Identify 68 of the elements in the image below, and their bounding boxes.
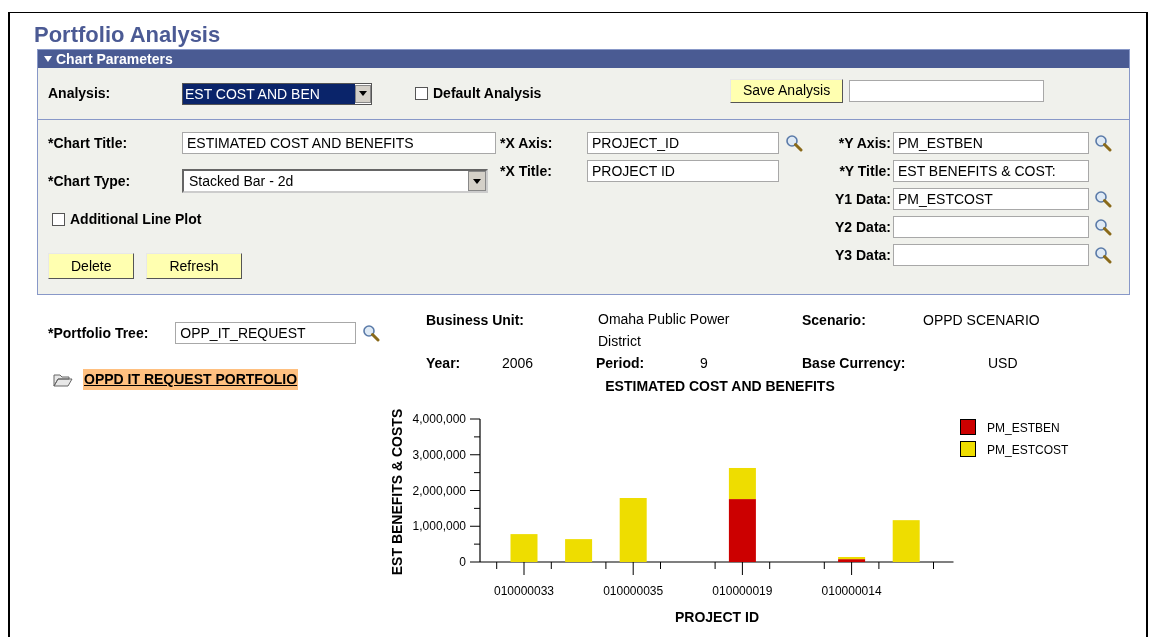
legend-label: PM_ESTBEN: [987, 421, 1060, 435]
search-icon[interactable]: [362, 324, 380, 342]
info-label: Year:: [426, 353, 462, 373]
panel-header[interactable]: Chart Parameters: [38, 50, 1129, 68]
y-tick-label: 3,000,000: [412, 447, 466, 462]
page-title: Portfolio Analysis: [34, 22, 221, 48]
panel-title: Chart Parameters: [56, 52, 173, 66]
y-tick-label: 2,000,000: [412, 483, 466, 498]
info-label: Base Currency:: [802, 353, 907, 373]
field-label: Y3 Data:: [833, 245, 892, 265]
y-tick-label: 1,000,000: [412, 519, 466, 534]
checkbox-label: Default Analysis: [433, 84, 542, 103]
y-tick-label: 4,000,000: [412, 412, 466, 426]
folder-icon: [53, 372, 73, 387]
legend-label: PM_ESTCOST: [987, 443, 1069, 457]
field-label: *Y Axis:: [837, 133, 892, 153]
action-button[interactable]: Delete: [48, 253, 135, 279]
x-tick-label: 010000014: [821, 584, 882, 598]
info-value: 9: [700, 353, 709, 373]
field-label: Y2 Data:: [833, 217, 892, 237]
y-axis-title: EST BENEFITS & COSTS: [389, 408, 405, 576]
x-tick-label: 010000019: [712, 584, 773, 598]
chart-title-field[interactable]: ESTIMATED COST AND BENEFITS: [182, 132, 496, 154]
field-label: *Y Title:: [838, 161, 892, 181]
search-icon[interactable]: [1094, 134, 1112, 152]
info-value: 2006: [502, 353, 535, 373]
x-field[interactable]: PROJECT_ID: [587, 132, 779, 154]
info-value: USD: [988, 353, 1018, 373]
chart-type-dropdown[interactable]: Stacked Bar - 2d: [182, 169, 488, 193]
save-analysis-button[interactable]: Save Analysis: [730, 78, 844, 103]
y-field[interactable]: PM_ESTBEN: [893, 132, 1089, 154]
field-label: *Chart Type:: [48, 171, 132, 191]
info-label: Scenario:: [802, 311, 867, 330]
dropdown-value: EST COST AND BEN: [183, 83, 355, 104]
field-label: Analysis:: [48, 84, 112, 103]
x-field[interactable]: PROJECT ID: [587, 160, 779, 182]
search-icon[interactable]: [1094, 246, 1112, 264]
field-label: Y1 Data:: [833, 189, 892, 209]
action-button[interactable]: Refresh: [146, 253, 242, 279]
checkbox[interactable]: [415, 87, 428, 100]
checkbox[interactable]: [52, 212, 65, 226]
search-icon[interactable]: [1094, 218, 1112, 236]
chart-title: ESTIMATED COST AND BENEFITS: [605, 378, 835, 394]
x-tick-label: 010000035: [603, 584, 664, 598]
search-icon[interactable]: [785, 134, 803, 152]
y-field[interactable]: [893, 216, 1089, 238]
field-label: *Portfolio Tree:: [48, 323, 150, 343]
checkbox-label: Additional Line Plot: [70, 209, 202, 229]
dropdown-value: Stacked Bar - 2d: [188, 171, 295, 191]
field-label: *X Title:: [500, 161, 553, 181]
field-label: *Chart Title:: [48, 133, 129, 153]
x-tick-label: 010000033: [493, 584, 555, 598]
y-field[interactable]: [893, 244, 1089, 266]
analysis-dropdown[interactable]: EST COST AND BEN: [182, 82, 372, 105]
info-label: Period:: [596, 353, 646, 373]
info-value: Omaha Public Power District: [598, 310, 731, 351]
analysis-name-field[interactable]: [849, 79, 1045, 102]
tree-node-link[interactable]: OPPD IT REQUEST PORTFOLIO: [83, 369, 299, 390]
info-value: OPPD SCENARIO: [923, 311, 1040, 330]
y-tick-label: 0: [459, 555, 466, 569]
search-icon[interactable]: [1094, 190, 1112, 208]
x-axis-title: PROJECT ID: [675, 609, 759, 624]
info-label: Business Unit:: [426, 311, 525, 330]
portfolio-tree-field[interactable]: OPP_IT_REQUEST: [175, 322, 356, 344]
field-label: *X Axis:: [500, 133, 554, 153]
caret-icon: [44, 56, 52, 62]
y-field[interactable]: EST BENEFITS & COST:: [893, 160, 1089, 182]
y-field[interactable]: PM_ESTCOST: [893, 188, 1089, 210]
